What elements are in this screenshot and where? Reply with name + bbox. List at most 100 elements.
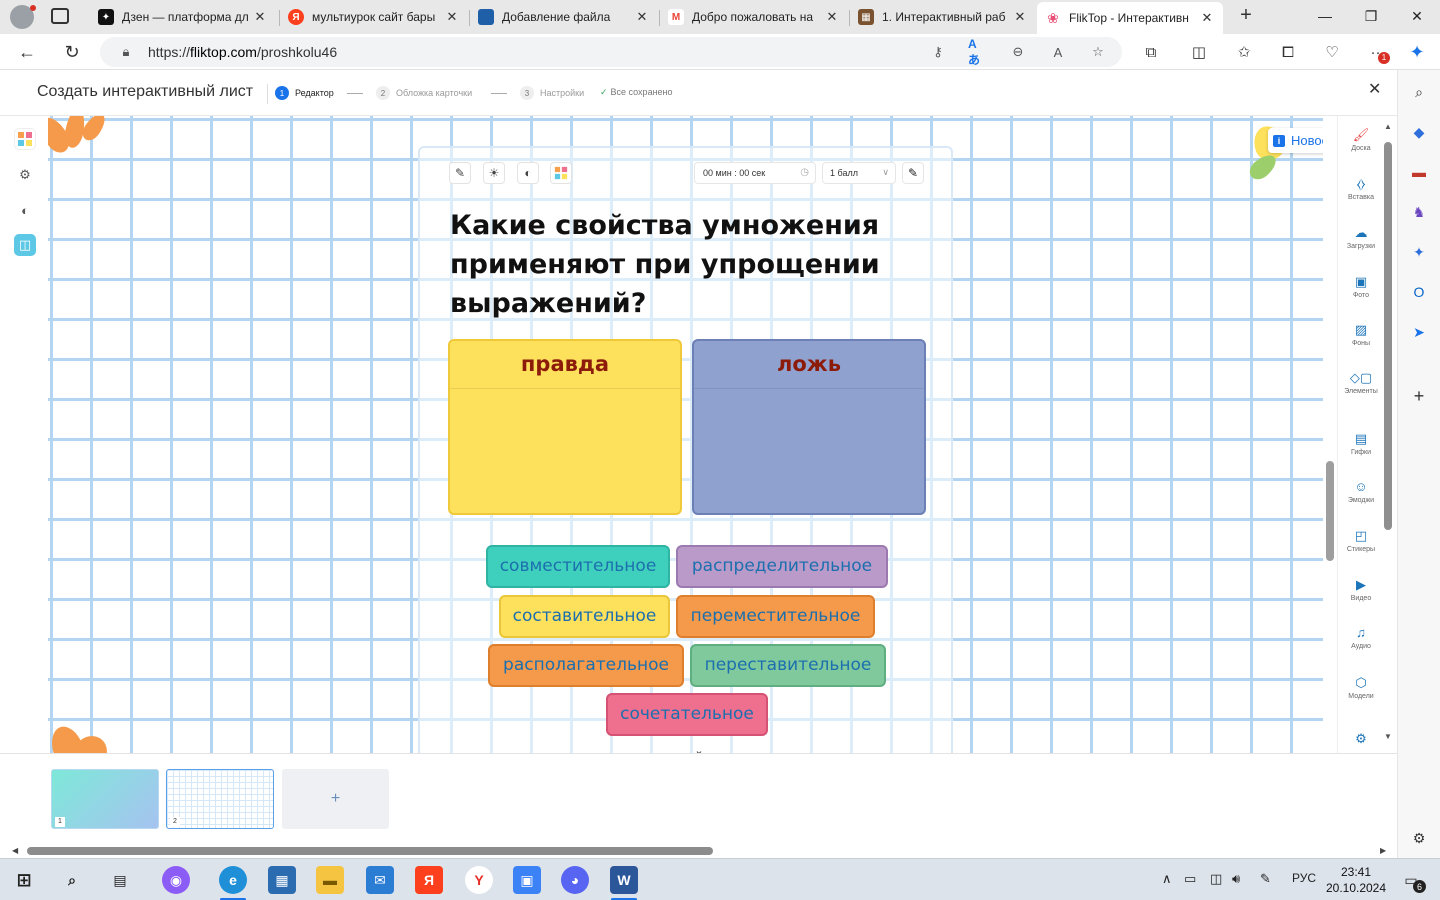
step-cover[interactable]: 2 Обложка карточки: [376, 86, 472, 100]
tag-icon[interactable]: ◆: [1409, 122, 1429, 142]
pen-icon[interactable]: ✎: [1260, 871, 1271, 887]
url-box[interactable]: 🔒︎ https://fliktop.com/proshkolu46 ⚷ Aあ …: [100, 37, 1122, 67]
back-icon[interactable]: ←: [12, 38, 42, 66]
answer-chip[interactable]: переставительное: [690, 644, 886, 687]
url-field[interactable]: https://fliktop.com/proshkolu46: [148, 44, 337, 60]
close-tab-icon[interactable]: ✕: [634, 9, 650, 25]
palette-icon[interactable]: ◐: [517, 162, 539, 184]
question-text[interactable]: Какие свойства умножения применяют при у…: [450, 206, 910, 323]
tool-gifs[interactable]: ▤ Гифки: [1338, 430, 1384, 457]
copilot-icon[interactable]: ✦: [1405, 40, 1429, 64]
close-tab-icon[interactable]: ✕: [1199, 10, 1215, 26]
clock[interactable]: 23:41 20.10.2024: [1316, 864, 1396, 896]
templates-icon[interactable]: [14, 128, 36, 150]
outlook-icon[interactable]: O: [1409, 282, 1429, 302]
tab-gmail[interactable]: M Добро пожаловать на ✕: [660, 4, 848, 30]
settings-gear-icon[interactable]: ⚙: [14, 164, 36, 186]
slide-thumbnail[interactable]: 1: [51, 769, 159, 829]
instructions-icon[interactable]: ✎: [449, 162, 471, 184]
timer-field[interactable]: 00 мин : 00 сек ◷: [694, 162, 816, 184]
zoom-out-icon[interactable]: ⊖: [1008, 42, 1028, 62]
key-icon[interactable]: ⚷: [928, 42, 948, 62]
scroll-up-icon[interactable]: ▲: [1383, 122, 1393, 131]
split-screen-icon[interactable]: ◫: [1187, 40, 1211, 64]
tool-elements[interactable]: ◇▢ Элементы: [1338, 369, 1384, 396]
word-icon[interactable]: W: [610, 866, 638, 894]
tool-audio[interactable]: ♫ Аудио: [1338, 624, 1384, 651]
microsoft-store-icon[interactable]: ▣: [513, 866, 541, 894]
tab-add-file[interactable]: Добавление файла ✕: [470, 4, 658, 30]
translate-icon[interactable]: Aあ: [968, 37, 988, 67]
mail-icon[interactable]: ✉: [366, 866, 394, 894]
tab-fliktop[interactable]: ❀ FlikTop - Интерактивн ✕: [1037, 2, 1223, 34]
close-window-icon[interactable]: ✕: [1394, 0, 1440, 32]
minimize-icon[interactable]: —: [1302, 0, 1348, 32]
search-icon[interactable]: ⌕: [1409, 82, 1429, 102]
volume-icon[interactable]: 🔊︎: [1232, 871, 1240, 887]
browser-essentials-icon[interactable]: ♡: [1320, 40, 1344, 64]
close-tab-icon[interactable]: ✕: [444, 9, 460, 25]
network-icon[interactable]: ▭: [1184, 871, 1196, 887]
canvas-scrollbar[interactable]: [1323, 116, 1337, 753]
tool-board[interactable]: 🖌︎ Доска: [1338, 126, 1384, 153]
chevron-up-icon[interactable]: ∧: [1162, 871, 1172, 887]
answer-chip[interactable]: составительное: [499, 595, 670, 638]
lock-icon[interactable]: 🔒︎: [116, 42, 136, 62]
answer-chip[interactable]: совместительное: [486, 545, 670, 588]
language-indicator[interactable]: РУС: [1292, 871, 1316, 885]
copilot-icon[interactable]: ✦: [1409, 242, 1429, 262]
answer-chip[interactable]: распределительное: [676, 545, 888, 588]
answer-chip[interactable]: располагательное: [488, 644, 684, 687]
close-tab-icon[interactable]: ✕: [252, 9, 268, 25]
yandex-icon[interactable]: Я: [415, 866, 443, 894]
settings-gear-icon[interactable]: ⚙: [1409, 828, 1429, 848]
tab-dzen[interactable]: ✦ Дзен — платформа дл ✕: [90, 4, 276, 30]
tool-photo[interactable]: ▣ Фото: [1338, 273, 1384, 300]
favorites-icon[interactable]: ✩: [1232, 40, 1256, 64]
toolbox-icon[interactable]: ▬: [1409, 162, 1429, 182]
scroll-thumb[interactable]: [27, 847, 713, 855]
send-icon[interactable]: ➤: [1409, 322, 1429, 342]
scroll-left-icon[interactable]: ◀: [12, 846, 18, 855]
scroll-thumb[interactable]: [1384, 142, 1392, 530]
windows-start-icon[interactable]: ⊞: [10, 866, 38, 894]
alice-icon[interactable]: ◉: [162, 866, 190, 894]
new-tab-button[interactable]: +: [1236, 4, 1256, 28]
slide-thumbnail[interactable]: 2: [166, 769, 274, 829]
file-explorer-icon[interactable]: ▬: [316, 866, 344, 894]
scroll-right-icon[interactable]: ▶: [1380, 846, 1386, 855]
webcam-icon[interactable]: ◫: [1210, 871, 1222, 887]
points-select[interactable]: 1 балл ∨: [822, 162, 896, 184]
answer-chip[interactable]: переместительное: [676, 595, 875, 638]
extensions-icon[interactable]: ⧉: [1139, 40, 1163, 64]
refresh-icon[interactable]: ↻: [57, 38, 87, 66]
add-slide-button[interactable]: +: [282, 769, 389, 829]
edit-pencil-icon[interactable]: ✎: [902, 162, 924, 184]
tool-stickers[interactable]: ◰ Стикеры: [1338, 527, 1384, 554]
tab-actions-icon[interactable]: [51, 8, 69, 24]
store-app-icon[interactable]: ▦: [268, 866, 296, 894]
notifications-icon[interactable]: ▭ 6: [1398, 867, 1426, 893]
search-icon[interactable]: ⌕: [58, 866, 86, 894]
horizontal-scrollbar[interactable]: ◀ ▶: [0, 842, 1397, 858]
step-editor[interactable]: 1 Редактор: [275, 86, 334, 100]
tool-uploads[interactable]: ☁ Загрузки: [1338, 224, 1384, 251]
task-view-icon[interactable]: ▤: [106, 866, 134, 894]
palette-icon[interactable]: ◐: [14, 199, 36, 221]
scroll-down-icon[interactable]: ▼: [1383, 732, 1393, 741]
close-tab-icon[interactable]: ✕: [1012, 9, 1028, 25]
tool-backgrounds[interactable]: ▨ Фоны: [1338, 321, 1384, 348]
tab-multiurok[interactable]: Я мультиурок сайт бары ✕: [280, 4, 468, 30]
read-aloud-icon[interactable]: A: [1048, 42, 1068, 62]
category-true[interactable]: правда: [448, 339, 682, 515]
hint-lightbulb-icon[interactable]: ☀: [483, 162, 505, 184]
templates-icon[interactable]: [550, 162, 572, 184]
close-editor-icon[interactable]: ✕: [1368, 79, 1381, 99]
collections-icon[interactable]: ⧠: [1276, 40, 1300, 64]
scroll-thumb[interactable]: [1326, 461, 1334, 561]
step-settings[interactable]: 3 Настройки: [520, 86, 584, 100]
favorite-star-icon[interactable]: ☆: [1088, 42, 1108, 62]
tool-emoji[interactable]: ☺ Эмоджи: [1338, 478, 1384, 505]
yandex-browser-icon[interactable]: Y: [465, 866, 493, 894]
chevron-down-icon[interactable]: ⌄: [688, 744, 710, 753]
